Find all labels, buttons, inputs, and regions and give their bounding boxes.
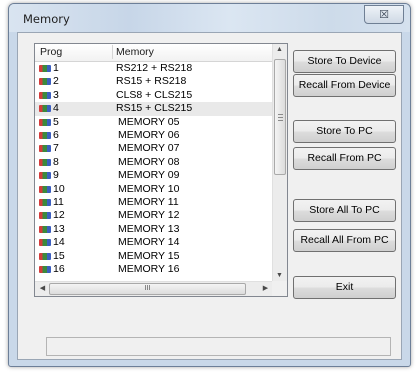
memory-chip-icon — [39, 158, 51, 166]
memory-chip-icon — [39, 91, 51, 99]
vertical-scrollbar[interactable]: ▲ ▼ — [272, 44, 287, 281]
memory-chip-icon — [39, 145, 51, 153]
list-item[interactable]: 9 MEMORY 09 — [35, 169, 273, 182]
prog-cell: 13 — [53, 222, 65, 235]
list-item[interactable]: 14 MEMORY 14 — [35, 236, 273, 249]
store-all-to-pc-button[interactable]: Store All To PC — [293, 199, 396, 222]
close-button[interactable]: ☒ — [364, 5, 404, 24]
list-item[interactable]: 5 MEMORY 05 — [35, 116, 273, 129]
memory-chip-icon — [39, 199, 51, 206]
memory-cell: MEMORY 07 — [118, 142, 180, 155]
list-header: Prog Memory — [35, 44, 273, 62]
list-item[interactable]: 16 MEMORY 16 — [35, 263, 273, 276]
prog-cell: 4 — [53, 102, 59, 115]
memory-chip-icon — [39, 239, 51, 247]
status-bar — [46, 337, 391, 356]
list-item[interactable]: 10 MEMORY 10 — [35, 183, 273, 196]
memory-cell: MEMORY 09 — [118, 169, 180, 182]
vertical-scroll-thumb[interactable] — [274, 59, 286, 175]
scroll-grip-icon: III — [144, 285, 151, 292]
prog-cell: 6 — [53, 129, 59, 141]
store-to-pc-button[interactable]: Store To PC — [293, 120, 396, 143]
store-to-device-button[interactable]: Store To Device — [293, 50, 396, 73]
memory-cell: MEMORY 11 — [118, 196, 179, 208]
memory-chip-icon — [39, 172, 51, 180]
memory-cell: MEMORY 15 — [118, 249, 180, 262]
list-item[interactable]: 1 RS212 + RS218 — [35, 62, 273, 75]
memory-chip-icon — [39, 185, 51, 193]
recall-all-from-pc-button[interactable]: Recall All From PC — [293, 229, 396, 252]
grip-line — [278, 120, 283, 121]
prog-cell: 14 — [53, 236, 65, 249]
memory-window: Memory ☒ Prog Memory 1 RS212 + RS218 2 RS15… — [8, 3, 411, 367]
grip-line — [278, 117, 283, 118]
memory-chip-icon — [39, 132, 51, 139]
close-icon: ☒ — [379, 8, 389, 21]
memory-chip-icon — [39, 225, 51, 233]
memory-chip-icon — [39, 105, 51, 113]
memory-cell: CLS8 + CLS215 — [116, 88, 193, 101]
prog-cell: 15 — [53, 249, 65, 262]
list-item[interactable]: 11 MEMORY 11 — [35, 196, 273, 209]
prog-cell: 3 — [53, 88, 59, 101]
grip-line — [278, 114, 283, 115]
list-item[interactable]: 3 CLS8 + CLS215 — [35, 89, 273, 102]
exit-button[interactable]: Exit — [293, 276, 396, 299]
column-header-prog[interactable]: Prog — [40, 46, 62, 58]
memory-cell: MEMORY 16 — [118, 263, 180, 275]
prog-cell: 5 — [53, 115, 59, 128]
scroll-up-icon[interactable]: ▲ — [273, 46, 286, 53]
scroll-down-icon[interactable]: ▼ — [273, 272, 286, 279]
memory-cell: RS212 + RS218 — [116, 62, 193, 74]
client-area: Prog Memory 1 RS212 + RS218 2 RS15 + RS218 3… — [17, 32, 402, 360]
memory-cell: MEMORY 08 — [118, 155, 180, 168]
prog-cell: 12 — [53, 209, 65, 222]
window-title: Memory — [23, 12, 70, 26]
memory-cell: RS15 + CLS215 — [116, 102, 193, 115]
recall-from-pc-button[interactable]: Recall From PC — [293, 147, 396, 170]
memory-cell: MEMORY 10 — [118, 182, 180, 195]
prog-cell: 9 — [53, 169, 59, 182]
scroll-left-icon[interactable]: ◀ — [36, 284, 49, 292]
prog-cell: 10 — [53, 182, 65, 195]
memory-chip-icon — [39, 78, 51, 86]
memory-cell: MEMORY 14 — [118, 236, 180, 249]
list-item[interactable]: 8 MEMORY 08 — [35, 156, 273, 169]
list-item[interactable]: 2 RS15 + RS218 — [35, 75, 273, 88]
list-item[interactable]: 6 MEMORY 06 — [35, 129, 273, 142]
prog-cell: 11 — [53, 196, 64, 208]
prog-cell: 1 — [53, 62, 59, 74]
recall-from-device-button[interactable]: Recall From Device — [293, 74, 396, 97]
memory-chip-icon — [39, 212, 51, 220]
memory-chip-icon — [39, 252, 51, 260]
memory-list[interactable]: Prog Memory 1 RS212 + RS218 2 RS15 + RS218 3… — [34, 43, 288, 297]
scroll-right-icon[interactable]: ▶ — [259, 284, 272, 292]
prog-cell: 8 — [53, 155, 59, 168]
prog-cell: 2 — [53, 75, 59, 88]
memory-cell: MEMORY 06 — [118, 129, 180, 141]
horizontal-scroll-thumb[interactable]: III — [49, 283, 246, 295]
memory-chip-icon — [39, 266, 51, 273]
column-header-memory[interactable]: Memory — [116, 46, 154, 58]
list-item[interactable]: 15 MEMORY 15 — [35, 250, 273, 263]
list-item[interactable]: 7 MEMORY 07 — [35, 142, 273, 155]
scroll-corner — [272, 281, 287, 296]
column-divider[interactable] — [112, 45, 113, 59]
memory-cell: MEMORY 13 — [118, 222, 180, 235]
list-item[interactable]: 4 RS15 + CLS215 — [35, 102, 273, 116]
prog-cell: 16 — [53, 263, 65, 275]
title-bar[interactable]: Memory ☒ — [9, 4, 410, 32]
list-item[interactable]: 13 MEMORY 13 — [35, 223, 273, 236]
memory-chip-icon — [39, 118, 51, 126]
memory-cell: MEMORY 12 — [118, 209, 180, 222]
prog-cell: 7 — [53, 142, 59, 155]
memory-cell: MEMORY 05 — [118, 115, 180, 128]
memory-chip-icon — [39, 65, 51, 72]
list-item[interactable]: 12 MEMORY 12 — [35, 209, 273, 222]
horizontal-scrollbar[interactable]: ◀ III ▶ — [35, 281, 273, 296]
memory-cell: RS15 + RS218 — [116, 75, 187, 88]
